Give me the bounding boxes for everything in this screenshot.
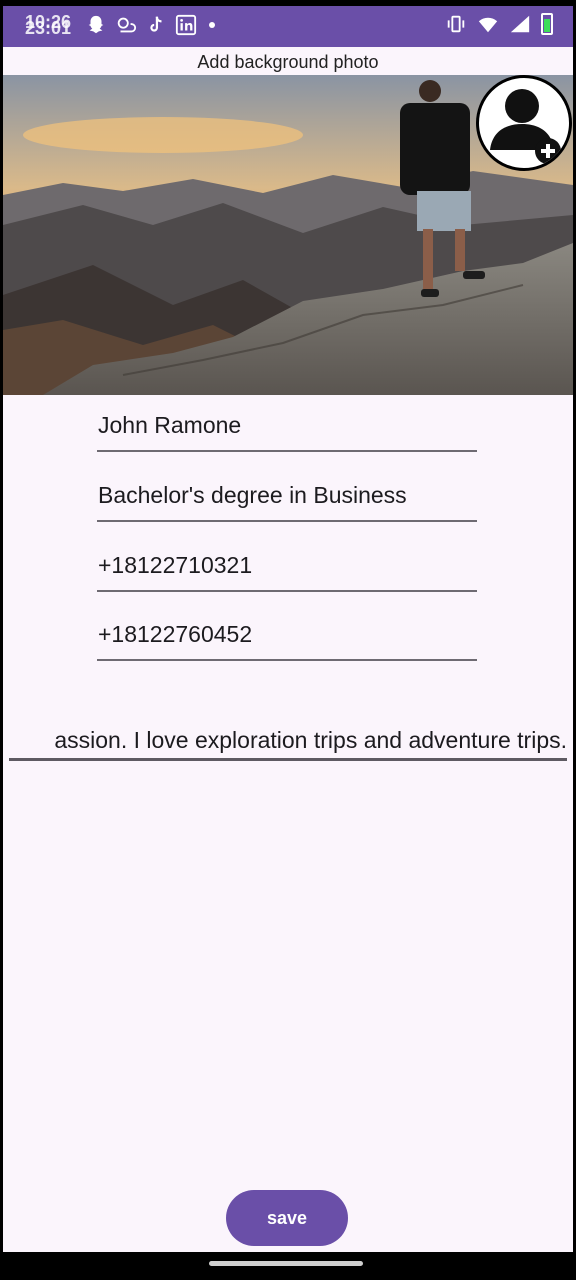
education-field[interactable]: [97, 472, 477, 522]
tiktok-icon: [150, 16, 162, 32]
snapchat-icon: [88, 15, 104, 34]
app-screen: 10:26 23:01 Add background photo John Ra…: [3, 6, 573, 1252]
linkedin-icon: [175, 14, 197, 36]
vibrate-icon: [447, 15, 465, 33]
home-indicator[interactable]: [209, 1261, 363, 1266]
phone-field-2[interactable]: [97, 611, 477, 661]
phone-field-1[interactable]: [97, 542, 477, 592]
time-text-overlay: 23:01: [25, 18, 72, 38]
weather-cloud-icon: [117, 17, 137, 33]
name-field[interactable]: [97, 402, 477, 452]
add-user-icon: [490, 89, 561, 164]
bio-text: assion. I love exploration trips and adv…: [54, 727, 567, 753]
add-background-photo-label[interactable]: Add background photo: [3, 48, 573, 76]
status-clock: 10:26 23:01: [25, 12, 77, 38]
save-button[interactable]: save: [226, 1190, 348, 1246]
battery-icon: [541, 13, 553, 35]
bio-field[interactable]: assion. I love exploration trips and adv…: [9, 709, 567, 761]
add-profile-photo-button[interactable]: [476, 75, 572, 171]
signal-icon: [510, 15, 530, 33]
status-bar: 10:26 23:01: [3, 6, 573, 47]
notification-dot: [209, 22, 215, 28]
wifi-icon: [478, 17, 498, 33]
